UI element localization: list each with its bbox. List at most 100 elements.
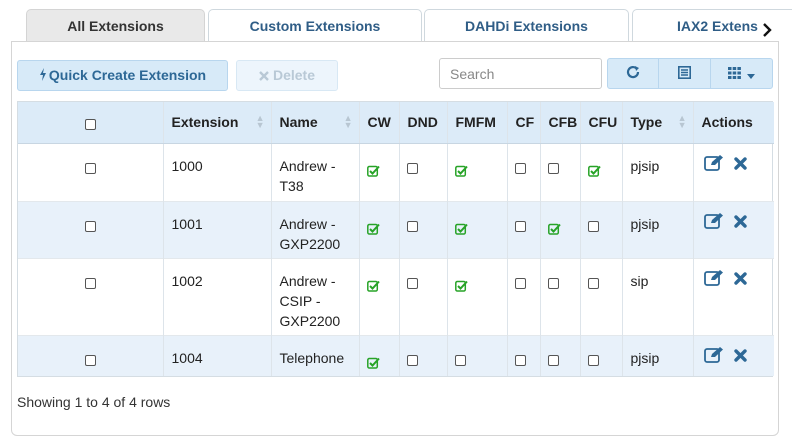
row-select-checkbox[interactable] — [84, 162, 96, 174]
caret-down-icon — [747, 66, 755, 82]
cfu-cell — [580, 200, 623, 258]
cw-cell — [359, 200, 400, 258]
name-cell: Telephone — [271, 334, 360, 376]
cf-cell — [507, 200, 541, 258]
edit-icon[interactable] — [703, 269, 725, 291]
column-header-type[interactable]: Type ▲ ▼ — [622, 102, 694, 144]
tab-dahdi-extensions[interactable]: DAHDi Extensions — [424, 9, 629, 42]
column-header-actions: Actions — [693, 102, 774, 144]
table-body: 1000 Andrew - T38 pjsip 1001 Andrew - GXP2200 p… — [18, 142, 774, 376]
name-cell: Andrew - GXP2200 — [271, 200, 360, 258]
delete-label: Delete — [272, 67, 316, 83]
actions-cell — [693, 200, 774, 258]
column-header-name[interactable]: Name ▲ ▼ — [271, 102, 360, 144]
column-header-cf: CF — [507, 102, 541, 144]
fmfm-enabled-check-icon[interactable] — [454, 220, 468, 235]
dnd-cell — [399, 334, 448, 376]
search-input[interactable] — [439, 58, 602, 89]
type-cell: pjsip — [622, 334, 694, 376]
edit-icon[interactable] — [703, 154, 725, 176]
pagination-summary: Showing 1 to 4 of 4 rows — [17, 394, 171, 410]
name-line: Andrew - — [279, 272, 336, 289]
sort-icon: ▲ ▼ — [343, 113, 353, 130]
actions-cell — [693, 257, 774, 335]
extension-cell: 1004 — [163, 334, 272, 376]
cf-checkbox[interactable] — [514, 277, 526, 289]
fmfm-checkbox[interactable] — [454, 354, 466, 366]
cf-checkbox[interactable] — [514, 354, 526, 366]
cf-cell — [507, 334, 541, 376]
cfb-checkbox[interactable] — [547, 277, 559, 289]
name-line: T38 — [279, 177, 304, 194]
cfb-cell — [540, 200, 581, 258]
quick-create-extension-button[interactable]: Quick Create Extension — [17, 60, 228, 91]
cfu-enabled-check-icon[interactable] — [587, 162, 601, 177]
actions-cell — [693, 334, 774, 376]
cw-enabled-check-icon[interactable] — [366, 354, 380, 369]
name-line: CSIP - — [279, 292, 321, 309]
cf-checkbox[interactable] — [514, 162, 526, 174]
cfb-cell — [540, 334, 581, 376]
columns-dropdown-button[interactable] — [711, 59, 772, 88]
fmfm-enabled-check-icon[interactable] — [454, 277, 468, 292]
cw-enabled-check-icon[interactable] — [366, 277, 380, 292]
chevron-right-icon[interactable] — [760, 23, 774, 42]
column-header-cfb: CFB — [540, 102, 581, 144]
cfu-cell — [580, 257, 623, 335]
dnd-checkbox[interactable] — [406, 354, 418, 366]
delete-x-icon[interactable] — [733, 213, 747, 233]
tab-custom-extensions[interactable]: Custom Extensions — [208, 9, 422, 42]
delete-x-icon[interactable] — [733, 270, 747, 290]
extension-cell: 1000 — [163, 142, 272, 201]
row-select-checkbox[interactable] — [84, 220, 96, 232]
row-select-checkbox[interactable] — [84, 277, 96, 289]
extension-cell: 1002 — [163, 257, 272, 335]
cf-checkbox[interactable] — [514, 220, 526, 232]
cfb-enabled-check-icon[interactable] — [547, 220, 561, 235]
delete-button[interactable]: Delete — [236, 60, 338, 91]
cw-enabled-check-icon[interactable] — [366, 220, 380, 235]
cfb-checkbox[interactable] — [547, 162, 559, 174]
cfu-checkbox[interactable] — [587, 354, 599, 366]
column-header-dnd: DND — [399, 102, 448, 144]
fmfm-cell — [447, 257, 508, 335]
list-icon — [678, 65, 691, 82]
fmfm-cell — [447, 334, 508, 376]
dnd-cell — [399, 200, 448, 258]
sort-icon: ▲ ▼ — [677, 113, 687, 130]
row-select-cell — [18, 142, 164, 201]
delete-x-icon[interactable] — [733, 155, 747, 175]
type-cell: sip — [622, 257, 694, 335]
cfb-cell — [540, 257, 581, 335]
dnd-checkbox[interactable] — [406, 162, 418, 174]
cfu-checkbox[interactable] — [587, 220, 599, 232]
cf-cell — [507, 257, 541, 335]
extension-tabs: All Extensions Custom Extensions DAHDi E… — [26, 9, 792, 42]
select-all-checkbox[interactable] — [84, 119, 96, 131]
row-select-checkbox[interactable] — [84, 354, 96, 366]
cfu-checkbox[interactable] — [587, 277, 599, 289]
edit-icon[interactable] — [703, 212, 725, 234]
fmfm-enabled-check-icon[interactable] — [454, 162, 468, 177]
dnd-checkbox[interactable] — [406, 220, 418, 232]
cw-cell — [359, 142, 400, 201]
table-row: 1001 Andrew - GXP2200 pjsip — [18, 200, 774, 258]
delete-x-icon[interactable] — [733, 347, 747, 367]
column-header-extension[interactable]: Extension ▲ ▼ — [163, 102, 272, 144]
cf-cell — [507, 142, 541, 201]
refresh-button[interactable] — [608, 59, 659, 88]
name-line: Andrew - — [279, 215, 336, 232]
column-header-cw: CW — [359, 102, 400, 144]
table-tools-group — [607, 58, 773, 89]
tab-all-extensions[interactable]: All Extensions — [26, 9, 205, 42]
extension-cell: 1001 — [163, 200, 272, 258]
cw-enabled-check-icon[interactable] — [366, 162, 380, 177]
actions-cell — [693, 142, 774, 201]
cfb-checkbox[interactable] — [547, 354, 559, 366]
type-cell: pjsip — [622, 200, 694, 258]
dnd-checkbox[interactable] — [406, 277, 418, 289]
bolt-icon — [39, 62, 47, 91]
edit-icon[interactable] — [703, 346, 725, 368]
toggle-view-button[interactable] — [659, 59, 711, 88]
cfu-cell — [580, 334, 623, 376]
